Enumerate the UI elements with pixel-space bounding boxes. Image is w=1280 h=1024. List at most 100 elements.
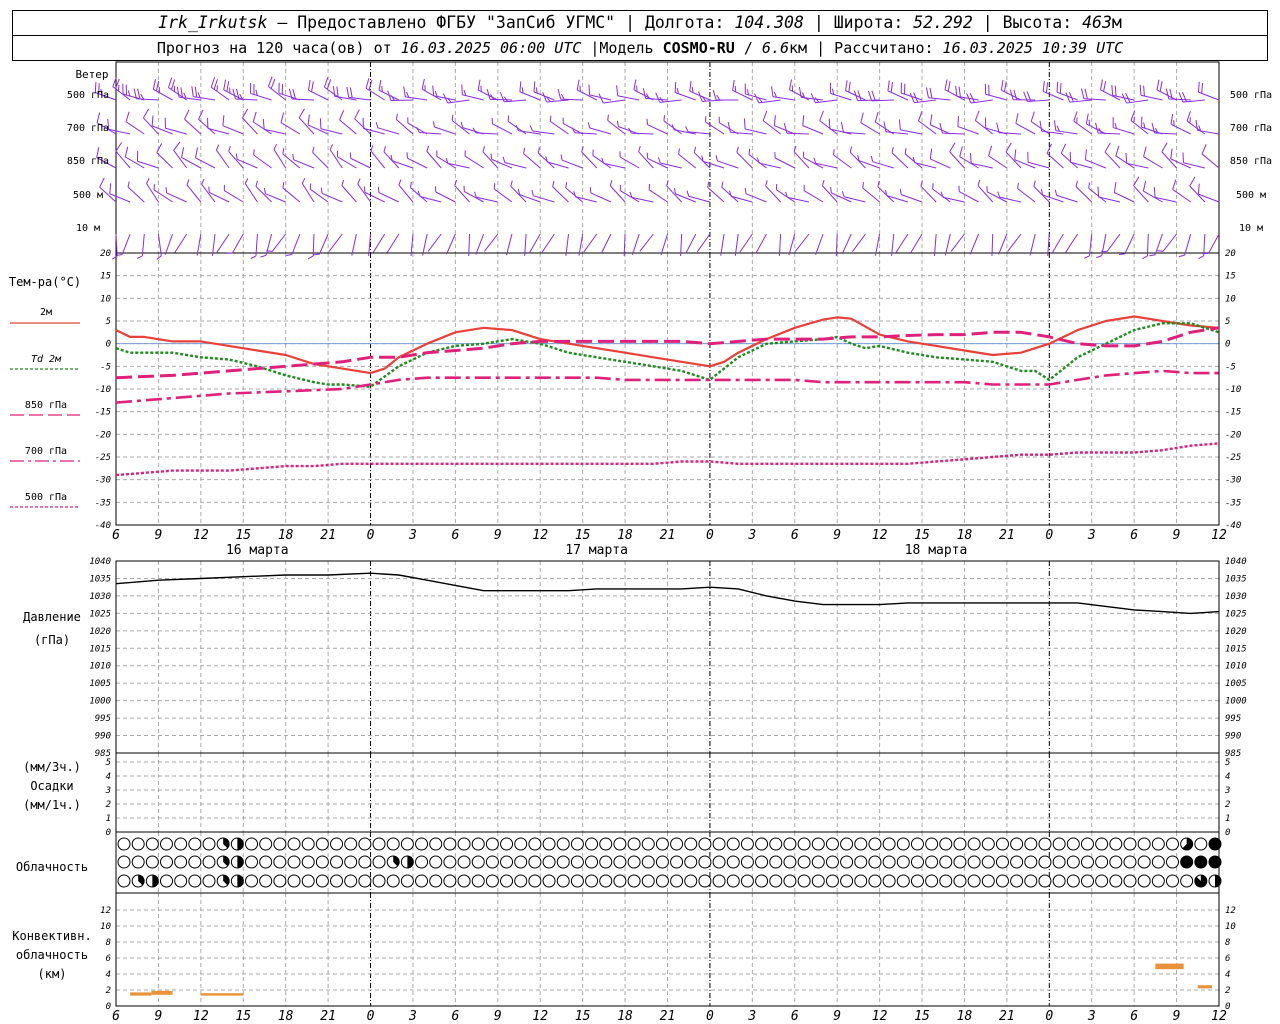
wind-barb: [226, 233, 244, 254]
wind-barb: [208, 186, 230, 203]
wind-barb: [499, 91, 527, 103]
wind-barb: [678, 148, 697, 169]
x-tick-label: 3: [1087, 1009, 1096, 1024]
cloud-symbol: [641, 837, 655, 851]
cloud-symbol: [358, 837, 372, 851]
cloud-symbol: [1052, 874, 1066, 888]
cloud-symbol: [769, 837, 783, 851]
convective-bar: [1197, 985, 1212, 989]
y-tick-label: 20: [100, 249, 111, 259]
cloud-symbol: [840, 837, 854, 851]
cloud-symbol: [599, 855, 613, 869]
y-tick-label: 1: [106, 814, 111, 824]
y-tick-label: 5: [106, 758, 111, 768]
wind-barb: [1197, 183, 1220, 203]
wind-barb: [115, 142, 131, 169]
cloud-symbol: [655, 837, 669, 851]
wind-barb: [354, 109, 371, 135]
cloud-symbol: [655, 874, 669, 888]
wind-barb: [977, 179, 994, 203]
cloud-symbol: [882, 837, 896, 851]
cloud-symbol: [1066, 855, 1080, 869]
wind-level-label: 10 м: [1239, 223, 1263, 234]
panel-frame: [115, 752, 1220, 833]
y-tick-label: -25: [95, 453, 111, 463]
wind-barb: [830, 187, 852, 203]
wind-barb: [241, 108, 258, 135]
x-tick-label: 3: [408, 1009, 417, 1024]
cloud-symbol: [1151, 874, 1165, 888]
cloud-symbol: [216, 874, 230, 888]
cloud-symbol: [259, 855, 273, 869]
wind-barb: [562, 117, 583, 135]
wind-barb: [262, 118, 286, 135]
x-tick-label: 18: [278, 528, 294, 543]
wind-barb: [341, 179, 357, 203]
y-tick-label: 2: [1225, 986, 1230, 996]
wind-barb: [648, 183, 668, 203]
x-tick-label: 21: [660, 528, 676, 543]
cloud-symbol: [825, 855, 839, 869]
wind-barb: [1133, 176, 1149, 203]
y-tick-label: 4: [1225, 970, 1230, 980]
wind-barb: [587, 122, 612, 135]
wind-barb: [744, 187, 767, 203]
cloud-symbol: [372, 837, 386, 851]
wind-barb: [1143, 146, 1163, 169]
wind-barb: [958, 185, 979, 203]
x-tick-label: 12: [1211, 1009, 1227, 1024]
cloud-symbol: [995, 874, 1009, 888]
wind-barb: [862, 182, 880, 203]
y-tick-label: 1000: [89, 697, 111, 707]
cloud-symbol: [868, 837, 882, 851]
y-tick-label: 990: [1225, 732, 1241, 742]
wind-barb: [351, 233, 357, 256]
y-tick-label: 1040: [89, 557, 111, 567]
legend-label: Td 2м: [31, 354, 62, 365]
x-tick-label: 12: [532, 1009, 548, 1024]
cloud-symbol: [726, 874, 740, 888]
cloud-symbol: [783, 855, 797, 869]
wind-barb: [164, 233, 174, 255]
cloud-symbol: [981, 874, 995, 888]
cloud-symbol: [542, 855, 556, 869]
wind-barb: [533, 81, 555, 101]
cloud-symbol: [273, 874, 287, 888]
cloud-symbol: [315, 837, 329, 851]
wind-barb: [541, 233, 555, 253]
cloud-symbol: [967, 837, 981, 851]
cloud-symbol: [188, 874, 202, 888]
cloud-symbol: [755, 855, 769, 869]
wind-barb: [609, 180, 626, 203]
x-tick-label: 6: [451, 1009, 459, 1024]
wind-barb: [1097, 186, 1121, 203]
wind-barb: [298, 108, 315, 135]
cloud-symbol: [1151, 837, 1165, 851]
wind-barb: [486, 89, 512, 101]
cloud-symbol: [641, 874, 655, 888]
cloud-symbol: [273, 837, 287, 851]
cloud-symbol: [1024, 837, 1038, 851]
convective-bar: [200, 993, 244, 996]
cloud-symbols: [117, 837, 1222, 888]
wind-barb: [642, 88, 668, 101]
wind-barb: [828, 118, 852, 135]
wind-barb: [362, 117, 385, 135]
x-tick-label: 9: [833, 1009, 841, 1024]
series-lines: [115, 315, 1220, 615]
cloud-symbol: [1208, 837, 1222, 851]
cloud-symbol: [1194, 837, 1208, 851]
cloud-symbol: [216, 855, 230, 869]
cloud-symbol: [1095, 837, 1109, 851]
wind-barb: [1130, 110, 1149, 135]
wind-barb: [1157, 233, 1177, 252]
y-tick-label: 995: [95, 714, 111, 724]
wind-barb: [228, 145, 244, 169]
wind-barb: [107, 118, 131, 135]
cloud-symbol: [981, 855, 995, 869]
x-tick-label: 15: [235, 528, 251, 543]
wind-level-label: 500 гПа: [67, 90, 109, 101]
convective-title-2: облачность: [16, 948, 88, 962]
wind-barb: [1039, 120, 1064, 135]
wind-barb: [1083, 233, 1093, 259]
